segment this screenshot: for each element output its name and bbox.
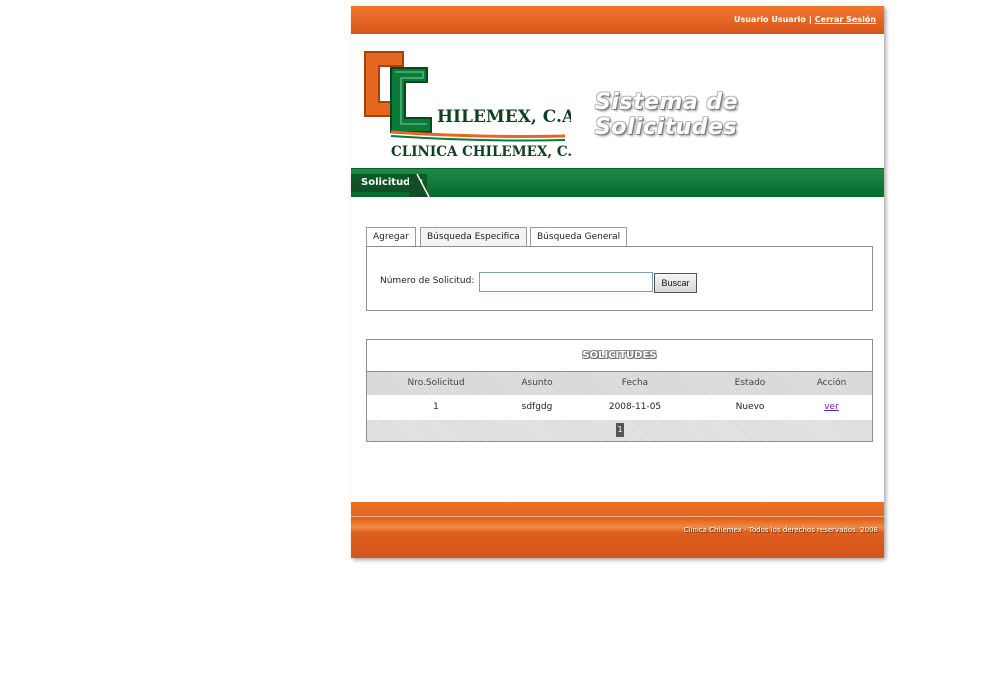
column-header: Acción: [816, 378, 847, 388]
table-row: 1 sdfgdg 2008-11-05 Nuevo ver: [367, 395, 872, 419]
column-header: Nro.Solicitud: [407, 378, 465, 388]
header: HILEMEX, C.A. CLINICA CHILEMEX, C.A. Sis…: [351, 34, 884, 168]
main-nav: Solicitudes: [351, 168, 884, 197]
logout-link[interactable]: Cerrar Sesión: [815, 15, 876, 24]
cell-estado: Nuevo: [735, 402, 765, 412]
company-logo: HILEMEX, C.A. CLINICA CHILEMEX, C.A.: [364, 51, 571, 160]
cell-asunto: sdfgdg: [521, 402, 553, 412]
pager-page-current[interactable]: 1: [616, 423, 624, 437]
solicitud-number-input[interactable]: [479, 272, 653, 292]
results-table: SOLICITUDES Nro.Solicitud Asunto Fecha E…: [366, 339, 873, 442]
cell-nro: 1: [433, 402, 439, 412]
logo-line2: CLINICA CHILEMEX, C.A.: [391, 144, 571, 160]
ver-link[interactable]: ver: [824, 402, 839, 412]
cell-accion: ver: [804, 402, 859, 412]
results-title: SOLICITUDES: [582, 350, 657, 361]
nav-tab-corner: [409, 173, 430, 197]
footer: Clínica Chilemex - Todos los derechos re…: [351, 502, 884, 558]
column-header: Fecha: [621, 378, 649, 388]
top-bar: Usuario Usuario | Cerrar Sesión: [351, 6, 884, 34]
table-header: Nro.Solicitud Asunto Fecha Estado Acción: [367, 371, 872, 396]
search-panel: Número de Solicitud: Buscar: [366, 246, 873, 311]
search-button[interactable]: Buscar: [654, 273, 697, 293]
tab-agregar[interactable]: Agregar: [366, 227, 416, 246]
tab-busqueda-general[interactable]: Búsqueda General: [530, 227, 628, 246]
footer-divider: [351, 516, 884, 517]
site-title: Sistema de Solicitudes: [595, 90, 739, 140]
user-links: Usuario Usuario | Cerrar Sesión: [734, 15, 876, 24]
cell-fecha: 2008-11-05: [608, 402, 662, 412]
logo-line1: HILEMEX, C.A.: [437, 107, 571, 127]
pager: 1: [367, 420, 872, 441]
search-label: Número de Solicitud:: [380, 276, 475, 286]
page-frame: Usuario Usuario | Cerrar Sesión HILEMEX, C…: [351, 6, 884, 558]
column-header: Estado: [734, 378, 766, 388]
column-header: Asunto: [521, 378, 553, 388]
separator: |: [808, 15, 812, 24]
user-name: Usuario Usuario: [734, 15, 806, 24]
tab-busqueda-especifica[interactable]: Búsqueda Especifica: [420, 227, 527, 246]
footer-text: Clínica Chilemex - Todos los derechos re…: [683, 526, 878, 534]
